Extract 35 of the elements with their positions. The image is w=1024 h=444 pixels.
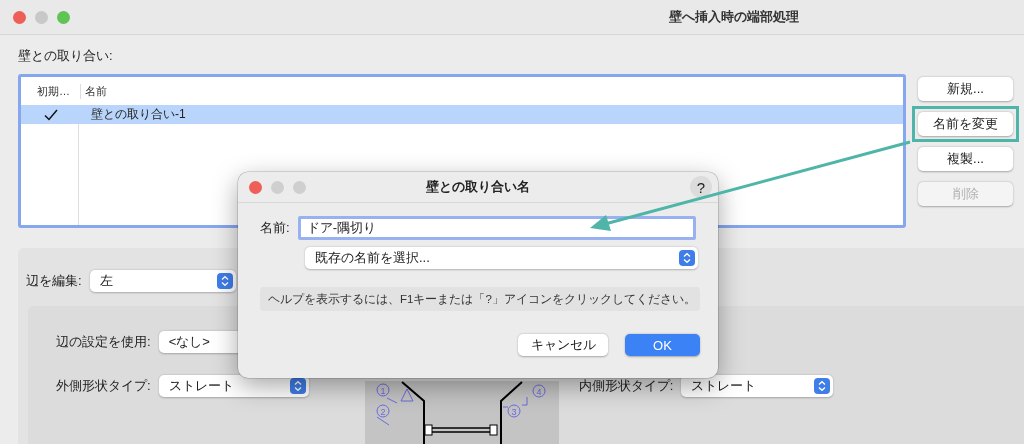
cancel-button[interactable]: キャンセル: [518, 334, 608, 356]
name-cell-text: 壁との取り合い-1: [90, 106, 187, 123]
field-label: 辺の設定を使用:: [56, 333, 151, 351]
minimize-button[interactable]: [35, 10, 48, 24]
stepper-icon: [216, 273, 233, 289]
stepper-icon: [814, 378, 831, 394]
ok-button[interactable]: OK: [625, 334, 700, 356]
zoom-button[interactable]: [293, 180, 306, 194]
wall-diagram-drawing: 1 2 3 4: [364, 381, 559, 444]
stepper-icon: [679, 250, 695, 266]
help-text: ヘルプを表示するには、F1キーまたは「?」アイコンをクリックしてください。: [260, 287, 700, 311]
list-action-button[interactable]: 名前を変更: [918, 112, 1013, 136]
list-action-button[interactable]: 新規...: [918, 77, 1013, 101]
field-label: 名前:: [260, 219, 290, 237]
shape-popup[interactable]: ストレート: [681, 375, 834, 397]
field-label: 外側形状タイプ:: [56, 377, 151, 395]
field-label: 辺を編集:: [26, 272, 82, 290]
close-button[interactable]: [249, 180, 262, 194]
zoom-button[interactable]: [57, 10, 70, 24]
list-row[interactable]: 壁との取り合い-1: [21, 105, 903, 124]
section-label: 壁との取り合い:: [18, 47, 114, 65]
stepper-icon: [289, 378, 306, 394]
window-title: 壁へ挿入時の端部処理: [669, 8, 799, 26]
shape-popup[interactable]: ストレート: [158, 375, 309, 397]
edge-popup[interactable]: 左: [89, 270, 236, 292]
close-button[interactable]: [13, 10, 26, 24]
help-button[interactable]: ?: [690, 176, 712, 198]
minimize-button[interactable]: [271, 180, 284, 194]
name-input-field[interactable]: ドア-隅切り: [297, 216, 696, 240]
column-header[interactable]: 名前: [81, 83, 381, 99]
dialog-title: 壁との取り合い名: [425, 178, 531, 196]
column-header[interactable]: 初期…: [21, 83, 81, 99]
preset-popup[interactable]: 既存の名前を選択...: [305, 247, 698, 269]
list-action-button[interactable]: 複製...: [918, 147, 1013, 171]
field-label: 内側形状タイプ:: [578, 377, 674, 395]
